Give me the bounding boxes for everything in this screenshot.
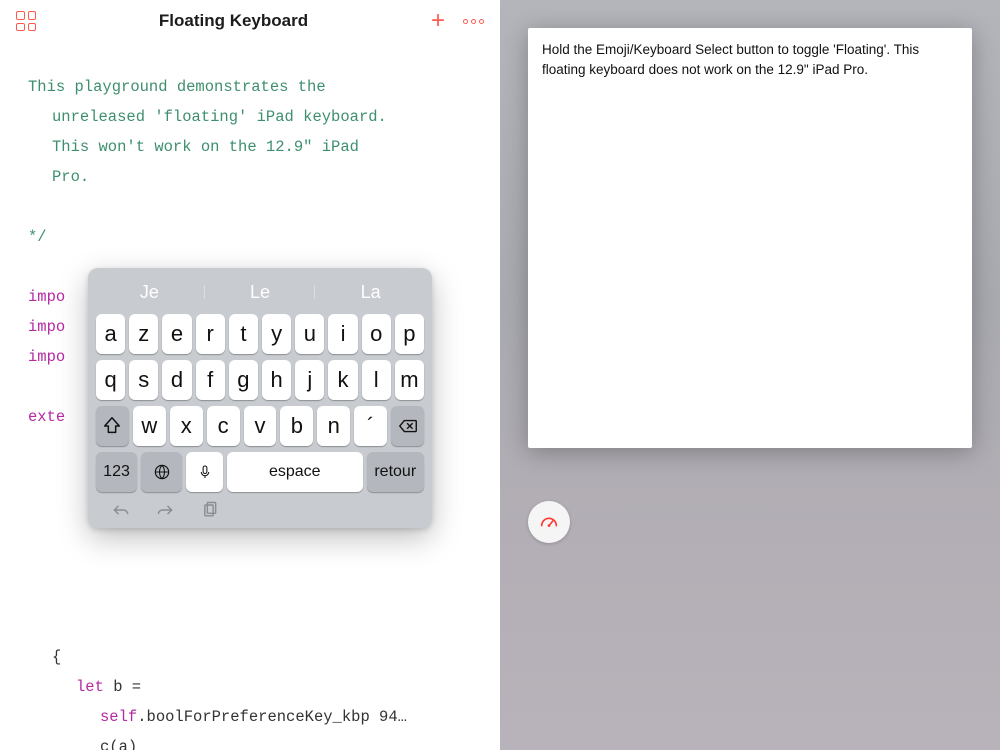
toolbar: Floating Keyboard + [0, 0, 500, 42]
key-s[interactable]: s [129, 360, 158, 400]
gauge-icon [538, 511, 560, 533]
key-m[interactable]: m [395, 360, 424, 400]
key-a[interactable]: a [96, 314, 125, 354]
suggestion[interactable]: La [315, 282, 426, 303]
key-h[interactable]: h [262, 360, 291, 400]
return-key[interactable]: retour [367, 452, 424, 492]
globe-icon [152, 462, 172, 482]
code-line: { [28, 642, 472, 672]
key-p[interactable]: p [395, 314, 424, 354]
key-u[interactable]: u [295, 314, 324, 354]
key-t[interactable]: t [229, 314, 258, 354]
key-r[interactable]: r [196, 314, 225, 354]
key-accent[interactable]: ´ [354, 406, 387, 446]
key-j[interactable]: j [295, 360, 324, 400]
live-view-text: Hold the Emoji/Keyboard Select button to… [542, 40, 958, 81]
code-line: let b = [28, 672, 472, 702]
preview-pane: Hold the Emoji/Keyboard Select button to… [500, 0, 1000, 750]
key-e[interactable]: e [162, 314, 191, 354]
numeric-key[interactable]: 123 [96, 452, 137, 492]
code-comment: */ [28, 228, 47, 246]
code-comment: unreleased 'floating' iPad keyboard. [28, 102, 472, 132]
space-key[interactable]: espace [227, 452, 362, 492]
suggestion[interactable]: Je [94, 282, 205, 303]
key-x[interactable]: x [170, 406, 203, 446]
key-row: w x c v b n ´ [96, 406, 424, 446]
page-title: Floating Keyboard [159, 11, 308, 31]
more-icon[interactable] [463, 19, 484, 24]
code-keyword: impo [28, 288, 65, 306]
suggestion-bar: Je Le La [94, 274, 426, 310]
performance-button[interactable] [528, 501, 570, 543]
backspace-icon [397, 415, 419, 437]
key-n[interactable]: n [317, 406, 350, 446]
code-comment: Pro. [28, 162, 472, 192]
clipboard-icon[interactable] [198, 500, 220, 520]
keyboard-footer [94, 492, 426, 524]
key-b[interactable]: b [280, 406, 313, 446]
mic-icon [196, 463, 214, 481]
key-f[interactable]: f [196, 360, 225, 400]
undo-icon[interactable] [110, 500, 132, 520]
dictation-key[interactable] [186, 452, 223, 492]
key-o[interactable]: o [362, 314, 391, 354]
key-k[interactable]: k [328, 360, 357, 400]
key-c[interactable]: c [207, 406, 240, 446]
editor-pane: Floating Keyboard + This playground demo… [0, 0, 500, 750]
key-y[interactable]: y [262, 314, 291, 354]
backspace-key[interactable] [391, 406, 424, 446]
add-icon[interactable]: + [431, 11, 445, 31]
live-view[interactable]: Hold the Emoji/Keyboard Select button to… [528, 28, 972, 448]
code-keyword: impo [28, 348, 65, 366]
code-comment: This playground demonstrates the [28, 78, 326, 96]
library-icon[interactable] [16, 11, 36, 31]
key-g[interactable]: g [229, 360, 258, 400]
key-d[interactable]: d [162, 360, 191, 400]
key-l[interactable]: l [362, 360, 391, 400]
globe-key[interactable] [141, 452, 182, 492]
floating-keyboard[interactable]: Je Le La a z e r t y u i o p q [88, 268, 432, 528]
key-w[interactable]: w [133, 406, 166, 446]
key-row: q s d f g h j k l m [96, 360, 424, 400]
shift-icon [101, 415, 123, 437]
key-i[interactable]: i [328, 314, 357, 354]
key-v[interactable]: v [244, 406, 277, 446]
suggestion[interactable]: Le [205, 282, 316, 303]
key-row: a z e r t y u i o p [96, 314, 424, 354]
code-comment: This won't work on the 12.9" iPad [28, 132, 472, 162]
code-line: c(a) [28, 732, 472, 750]
code-keyword: impo [28, 318, 65, 336]
key-row: 123 espace retour [96, 452, 424, 492]
code-keyword: exte [28, 408, 65, 426]
redo-icon[interactable] [154, 500, 176, 520]
key-z[interactable]: z [129, 314, 158, 354]
code-line: self.boolForPreferenceKey_kbp 94… [28, 702, 472, 732]
key-q[interactable]: q [96, 360, 125, 400]
shift-key[interactable] [96, 406, 129, 446]
